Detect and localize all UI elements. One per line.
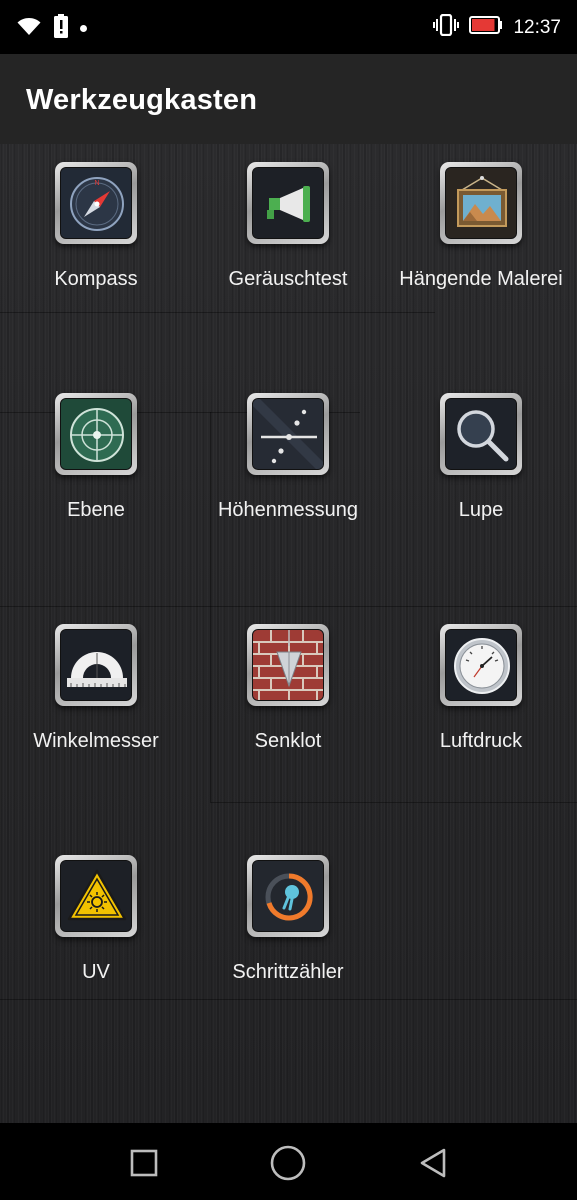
back-button[interactable] [412,1143,452,1183]
level-icon [61,399,131,469]
battery-icon [469,16,503,39]
barometer-icon [446,630,516,700]
back-triangle-icon [420,1148,446,1178]
magnifier-icon [446,399,516,469]
square-icon [130,1149,158,1177]
status-left [16,14,87,43]
plumb-bob-icon [253,630,323,700]
pedometer-icon [253,861,323,931]
background-divider [0,999,577,1000]
tool-label: Höhenmessung [217,499,359,521]
page-title: Werkzeugkasten [26,84,258,116]
home-button[interactable] [268,1143,308,1183]
background-divider [0,312,435,313]
background-divider [210,802,577,803]
battery-alert-icon [54,14,68,43]
megaphone-icon [253,168,323,238]
hanging-picture-icon [446,168,516,238]
recents-button[interactable] [124,1143,164,1183]
tool-label: Schrittzähler [232,961,344,983]
navigation-bar [0,1123,577,1200]
app-bar: Werkzeugkasten [0,54,577,144]
compass-icon: N [61,168,131,238]
tool-label: Geräuschtest [228,268,348,290]
tool-label: Kompass [54,268,138,290]
status-right: 12:37 [433,13,561,41]
protractor-icon [61,630,131,700]
wifi-icon [16,15,42,42]
background-divider [0,606,577,607]
tool-label: Lupe [458,499,504,521]
height-measure-icon [253,399,323,469]
tool-label: Winkelmesser [33,730,159,752]
clock: 12:37 [513,16,561,38]
vibrate-icon [433,13,460,41]
tool-grid: N Kompass Geräuschtest Hängende Malerei … [0,144,577,1123]
tool-label: Senklot [254,730,322,752]
tool-label: Hängende Malerei [399,268,563,290]
tool-label: Luftdruck [439,730,523,752]
svg-text:N: N [94,180,99,187]
uv-warning-icon [61,861,131,931]
circle-icon [270,1145,306,1181]
tool-label: Ebene [67,499,125,521]
tool-label: UV [82,961,110,983]
status-bar: 12:37 [0,0,577,54]
notification-dot [80,25,87,32]
